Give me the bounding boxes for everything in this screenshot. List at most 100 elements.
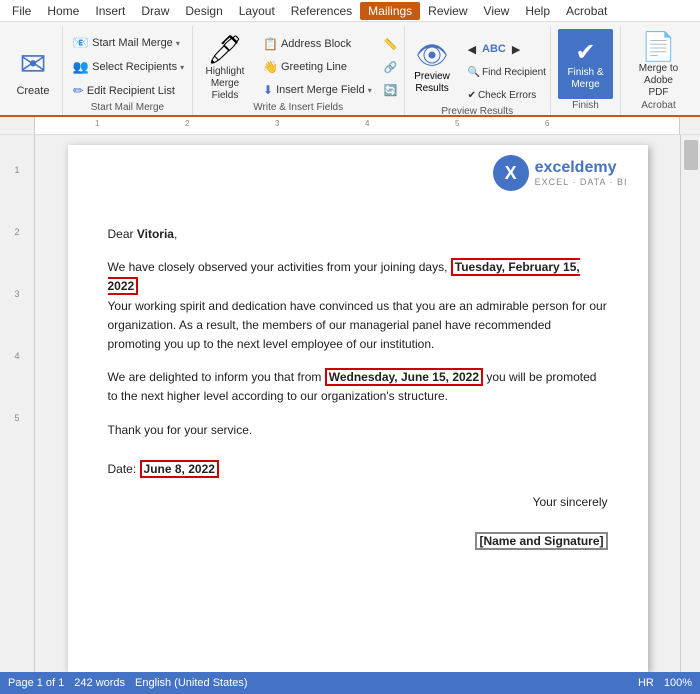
select-recipients-label: Select Recipients	[92, 61, 177, 73]
insert-merge-field-label: Insert Merge Field	[276, 84, 365, 96]
language-indicator: English (United States)	[135, 677, 248, 689]
menu-mailings[interactable]: Mailings	[360, 2, 420, 20]
letter-body: Dear Vitoria, We have closely observed y…	[108, 225, 608, 551]
greeting-line-icon: 👋	[263, 60, 278, 74]
select-recipients-button[interactable]: 👥 Select Recipients ▾	[69, 56, 188, 78]
left-ruler: 1 2 3 4 5	[0, 135, 35, 672]
select-recipients-icon: 👥	[73, 59, 89, 75]
find-recipient-button[interactable]: 🔍 Find Recipient	[464, 61, 550, 83]
nav-count: ABC	[482, 43, 506, 55]
logo-icon: X	[493, 155, 529, 191]
match-fields-button[interactable]: 🔗	[380, 56, 402, 78]
create-label: Create	[16, 85, 49, 97]
highlight-label: HighlightMerge Fields	[201, 66, 249, 102]
doc-area: 1 2 3 4 5 X exceldemy EXCEL · DATA · BI …	[0, 135, 700, 672]
ruler-main: 1 2 3 4 5 6	[35, 117, 680, 134]
ruler-tick-1: 1	[95, 117, 99, 128]
preview-results-button[interactable]: 👁 PreviewResults	[405, 32, 460, 102]
logo-icon-letter: X	[505, 163, 517, 184]
paragraph-3: Thank you for your service.	[108, 421, 608, 440]
ruler-tick-2: 2	[185, 117, 189, 128]
greeting-comma: ,	[174, 227, 177, 241]
menu-insert[interactable]: Insert	[87, 2, 133, 20]
greeting-text: Dear	[108, 227, 137, 241]
write-insert-group-label: Write & Insert Fields	[253, 102, 343, 115]
preview-results-label: PreviewResults	[414, 71, 450, 95]
insert-merge-field-button[interactable]: ⬇ Insert Merge Field ▾	[259, 79, 376, 101]
closing-2: [Name and Signature]	[108, 532, 608, 551]
edit-recipient-list-button[interactable]: ✏ Edit Recipient List	[69, 80, 179, 102]
address-block-label: Address Block	[281, 38, 351, 50]
menu-home[interactable]: Home	[39, 2, 87, 20]
menu-review[interactable]: Review	[420, 2, 475, 20]
zoom-level: 100%	[664, 677, 692, 689]
paragraph-1: We have closely observed your activities…	[108, 258, 608, 354]
insert-merge-field-dropdown: ▾	[368, 86, 372, 95]
preview-results-icon: 👁	[416, 40, 449, 71]
rules-button[interactable]: 📏	[380, 33, 402, 55]
finish-merge-label: Finish &Merge	[567, 67, 603, 91]
menu-help[interactable]: Help	[517, 2, 558, 20]
paragraph-2: We are delighted to inform you that from…	[108, 368, 608, 406]
greeting-line-button[interactable]: 👋 Greeting Line	[259, 56, 376, 78]
edit-recipient-list-label: Edit Recipient List	[87, 85, 175, 97]
menu-draw[interactable]: Draw	[133, 2, 177, 20]
ruler-tick-4: 4	[365, 117, 369, 128]
nav-prev-button[interactable]: ◀	[464, 38, 480, 60]
ribbon-group-write-insert: 🖊 HighlightMerge Fields 📋 Address Block …	[193, 26, 405, 115]
address-block-button[interactable]: 📋 Address Block	[259, 33, 376, 55]
acrobat-icon: 📄	[641, 30, 676, 63]
right-scrollbar[interactable]	[680, 135, 700, 672]
word-count: 242 words	[74, 677, 125, 689]
menu-design[interactable]: Design	[177, 2, 230, 20]
check-errors-button[interactable]: ✔ Check Errors	[464, 84, 550, 106]
start-mail-merge-dropdown: ▾	[176, 39, 180, 48]
merge-to-pdf-button[interactable]: 📄 Merge toAdobe PDF	[627, 29, 690, 99]
ribbon-group-acrobat: 📄 Merge toAdobe PDF Acrobat	[621, 26, 696, 115]
doc-scroll: X exceldemy EXCEL · DATA · BI Dear Vitor…	[35, 135, 680, 672]
insert-merge-field-icon: ⬇	[263, 83, 273, 97]
finish-merge-icon: ✔	[575, 38, 595, 67]
left-ruler-3: 3	[14, 289, 19, 299]
page-indicator: Page 1 of 1	[8, 677, 64, 689]
date-line: Date: June 8, 2022	[108, 460, 608, 479]
address-block-icon: 📋	[263, 37, 278, 51]
date-label: Date:	[108, 462, 137, 476]
logo-name: exceldemy	[535, 159, 628, 177]
menu-acrobat[interactable]: Acrobat	[558, 2, 615, 20]
ribbon-group-start-mail-merge: 📧 Start Mail Merge ▾ 👥 Select Recipients…	[63, 26, 193, 115]
ribbon-group-finish: ✔ Finish &Merge Finish	[551, 26, 621, 115]
highlight-merge-fields-button[interactable]: 🖊 HighlightMerge Fields	[195, 32, 255, 102]
status-hr: HR	[638, 677, 654, 689]
ribbon: ✉ Create 📧 Start Mail Merge ▾ 👥 Select R…	[0, 22, 700, 117]
preview-nav: ◀ ABC ▶ 🔍 Find Recipient ✔ Check Errors	[464, 32, 550, 106]
find-recipient-icon: 🔍	[468, 67, 480, 78]
edit-recipient-list-icon: ✏	[73, 83, 84, 99]
menu-references[interactable]: References	[283, 2, 360, 20]
select-recipients-dropdown: ▾	[180, 63, 184, 72]
closing-block: Your sincerely [Name and Signature]	[108, 493, 608, 551]
exceldemy-logo: X exceldemy EXCEL · DATA · BI	[493, 155, 628, 191]
left-ruler-5: 5	[14, 413, 19, 423]
menu-file[interactable]: File	[4, 2, 39, 20]
start-mail-merge-group-label: Start Mail Merge	[91, 102, 164, 115]
nav-next-button[interactable]: ▶	[508, 38, 524, 60]
p1-post: Your working spirit and dedication have …	[108, 299, 607, 351]
create-button[interactable]: ✉ Create	[8, 36, 58, 106]
update-labels-icon: 🔄	[384, 84, 398, 97]
p1-pre: We have closely observed your activities…	[108, 260, 451, 274]
update-labels-button[interactable]: 🔄	[380, 79, 402, 101]
recipient-name: Vitoria	[137, 227, 174, 241]
menu-view[interactable]: View	[476, 2, 518, 20]
menu-layout[interactable]: Layout	[231, 2, 283, 20]
signature-placeholder: [Name and Signature]	[475, 532, 607, 550]
rules-icon: 📏	[384, 38, 398, 51]
ribbon-group-create: ✉ Create	[4, 26, 63, 115]
logo-tagline: EXCEL · DATA · BI	[535, 177, 628, 187]
finish-merge-button[interactable]: ✔ Finish &Merge	[558, 29, 613, 99]
start-mail-merge-button[interactable]: 📧 Start Mail Merge ▾	[69, 32, 184, 54]
start-mail-merge-icon: 📧	[73, 35, 89, 51]
ruler-tick-6: 6	[545, 117, 549, 128]
document-page: X exceldemy EXCEL · DATA · BI Dear Vitor…	[68, 145, 648, 672]
highlight-icon: 🖊	[207, 33, 243, 66]
